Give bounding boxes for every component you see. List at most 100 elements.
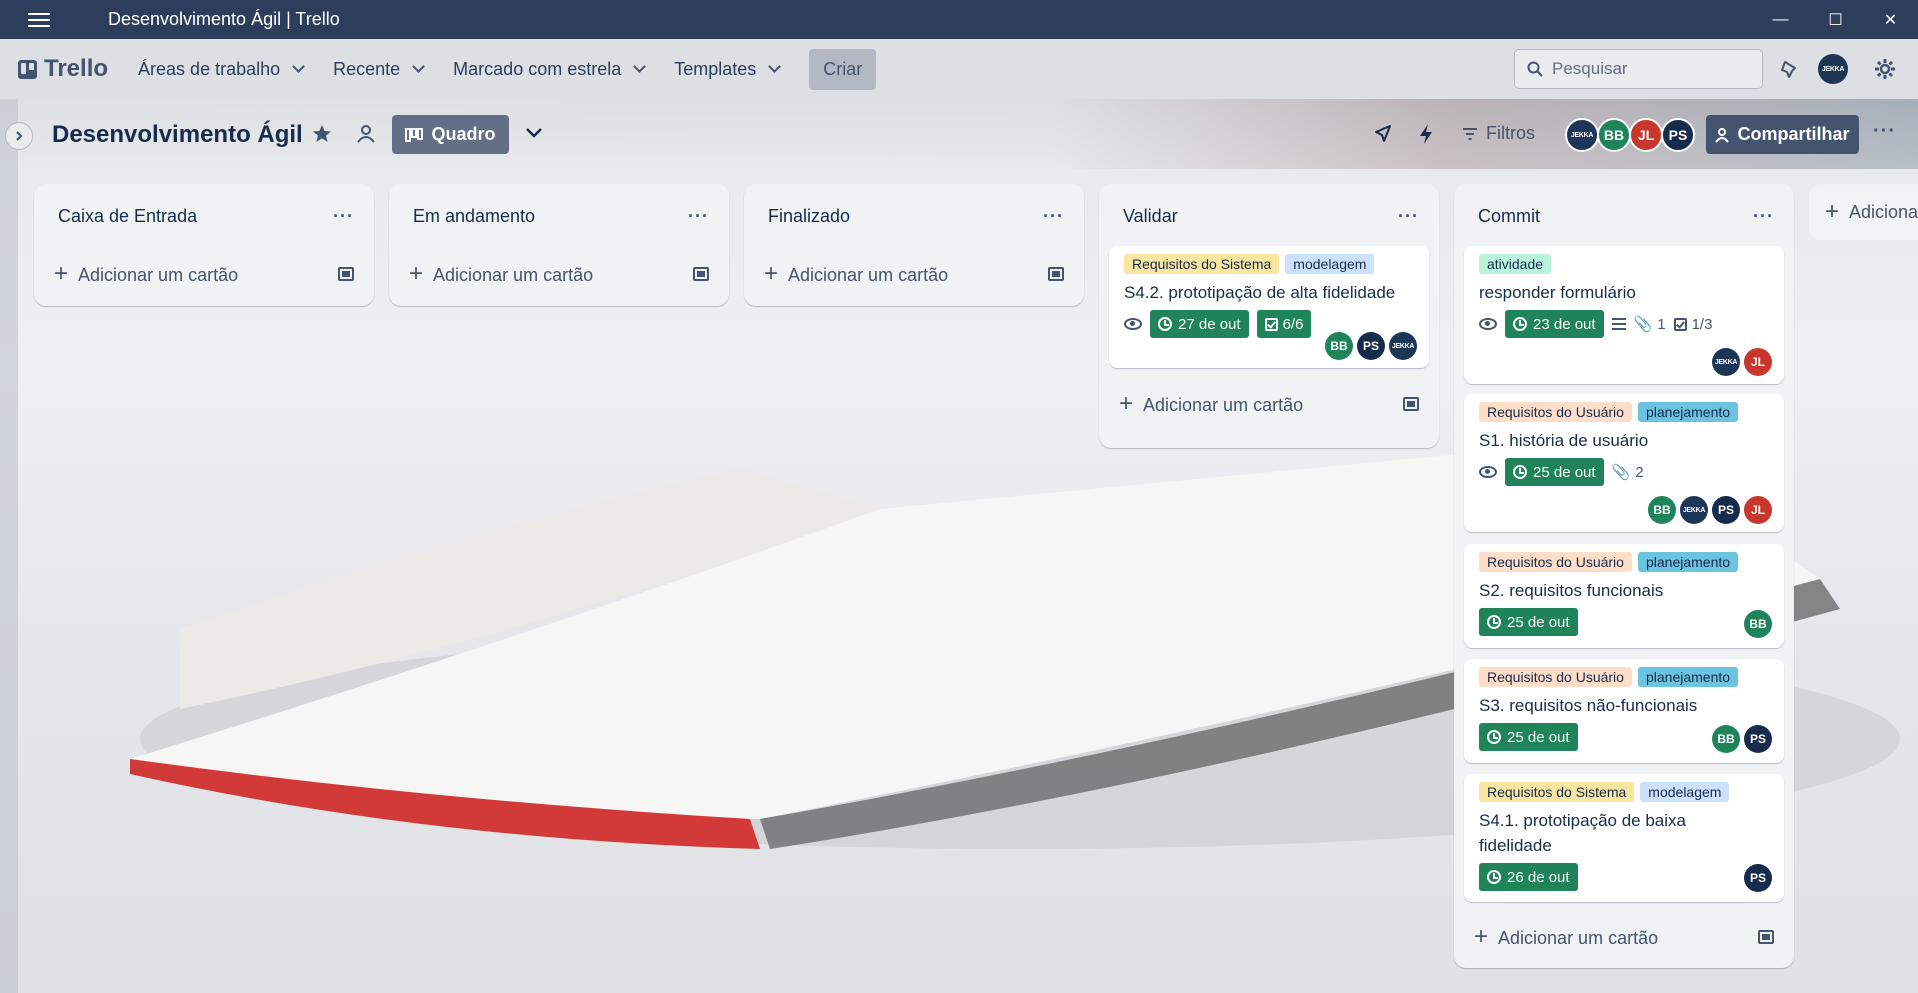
template-card-icon[interactable] bbox=[1758, 930, 1774, 944]
card-members: BB PS bbox=[1712, 725, 1772, 753]
card-label[interactable]: Requisitos do Sistema bbox=[1479, 782, 1635, 802]
paperclip-icon: 📎 bbox=[1633, 316, 1653, 333]
template-card-icon[interactable] bbox=[1048, 267, 1064, 281]
list-menu-icon[interactable]: ··· bbox=[333, 206, 354, 227]
list-validate: Validar ··· Requisitos do Sistema modelag… bbox=[1099, 184, 1439, 448]
card-label[interactable]: Requisitos do Usuário bbox=[1479, 667, 1632, 687]
due-date-badge[interactable]: 25 de out bbox=[1479, 608, 1578, 636]
member-avatar[interactable]: JL bbox=[1629, 118, 1663, 152]
due-date-badge[interactable]: 25 de out bbox=[1479, 723, 1578, 751]
member-avatar[interactable]: PS bbox=[1744, 725, 1772, 753]
card[interactable]: Requisitos do Sistema modelagem S4.2. pr… bbox=[1109, 246, 1429, 368]
chevron-down-icon[interactable] bbox=[525, 126, 543, 140]
card-label[interactable]: modelagem bbox=[1640, 782, 1730, 802]
share-button[interactable]: Compartilhar bbox=[1706, 115, 1859, 154]
search-input[interactable]: Pesquisar bbox=[1514, 49, 1763, 89]
member-avatar[interactable]: BB bbox=[1325, 332, 1353, 360]
due-date-badge[interactable]: 26 de out bbox=[1479, 863, 1578, 891]
card-label[interactable]: planejamento bbox=[1637, 667, 1739, 687]
board-title[interactable]: Desenvolvimento Ágil bbox=[52, 121, 303, 149]
card[interactable]: Requisitos do Usuário planejamento S3. r… bbox=[1464, 659, 1784, 763]
card-label[interactable]: planejamento bbox=[1637, 402, 1739, 422]
add-card-button[interactable]: + Adicionar um cartão bbox=[1454, 911, 1794, 963]
list-menu-icon[interactable]: ··· bbox=[688, 206, 709, 227]
card[interactable]: atividade responder formulário 23 de out… bbox=[1464, 246, 1784, 384]
filters-button[interactable]: Filtros bbox=[1462, 123, 1535, 144]
card-label[interactable]: modelagem bbox=[1285, 254, 1375, 274]
add-card-button[interactable]: + Adicionar um cartão bbox=[1099, 378, 1439, 430]
list-title[interactable]: Validar bbox=[1123, 206, 1178, 227]
template-card-icon[interactable] bbox=[693, 267, 709, 281]
template-card-icon[interactable] bbox=[1403, 397, 1419, 411]
create-button[interactable]: Criar bbox=[809, 48, 877, 90]
list-menu-icon[interactable]: ··· bbox=[1398, 206, 1419, 227]
member-avatar[interactable]: BB bbox=[1712, 725, 1740, 753]
trello-logo[interactable]: Trello bbox=[18, 55, 108, 83]
list-title[interactable]: Finalizado bbox=[768, 206, 850, 227]
card-label[interactable]: planejamento bbox=[1637, 552, 1739, 572]
card[interactable]: Requisitos do Usuário planejamento S1. h… bbox=[1464, 394, 1784, 532]
member-avatar[interactable]: JEKKA bbox=[1680, 496, 1708, 524]
board-menu-icon[interactable]: ··· bbox=[1873, 120, 1896, 143]
attachments-count: 2 bbox=[1635, 463, 1644, 481]
member-avatar[interactable]: JEKKA bbox=[1712, 348, 1740, 376]
workspace-visible-icon[interactable] bbox=[355, 124, 377, 144]
plus-icon: + bbox=[764, 260, 779, 287]
add-card-button[interactable]: + Adicionar um cartão bbox=[389, 248, 729, 300]
add-card-button[interactable]: + Adicionar um cartão bbox=[744, 248, 1084, 300]
nav-starred[interactable]: Marcado com estrela bbox=[453, 59, 647, 80]
card[interactable]: Requisitos do Usuário planejamento S2. r… bbox=[1464, 544, 1784, 648]
member-avatar[interactable]: BB bbox=[1648, 496, 1676, 524]
maximize-button[interactable]: ☐ bbox=[1808, 0, 1863, 39]
member-avatar[interactable]: JEKKA bbox=[1565, 118, 1599, 152]
list-title[interactable]: Em andamento bbox=[413, 206, 535, 227]
member-avatar[interactable]: JL bbox=[1744, 496, 1772, 524]
card-title: S3. requisitos não-funcionais bbox=[1479, 696, 1698, 715]
list-menu-icon[interactable]: ··· bbox=[1753, 206, 1774, 227]
nav-recent[interactable]: Recente bbox=[333, 59, 426, 80]
card-label[interactable]: Requisitos do Usuário bbox=[1479, 552, 1632, 572]
add-card-label: Adicionar um cartão bbox=[78, 265, 239, 285]
member-avatar[interactable]: PS bbox=[1661, 118, 1695, 152]
card-label[interactable]: Requisitos do Sistema bbox=[1124, 254, 1280, 274]
card[interactable]: Requisitos do Sistema modelagem S4.1. pr… bbox=[1464, 774, 1784, 902]
close-button[interactable]: ✕ bbox=[1863, 0, 1918, 39]
member-avatar[interactable]: PS bbox=[1744, 864, 1772, 892]
add-list-button[interactable]: + Adicionar bbox=[1809, 184, 1918, 240]
nav-workspaces[interactable]: Áreas de trabalho bbox=[138, 59, 305, 80]
checklist-badge: 6/6 bbox=[1256, 310, 1312, 338]
chevron-down-icon bbox=[412, 60, 426, 73]
member-avatar[interactable]: JEKKA bbox=[1389, 332, 1417, 360]
list-title[interactable]: Caixa de Entrada bbox=[58, 206, 197, 227]
card-label[interactable]: atividade bbox=[1479, 254, 1552, 274]
member-avatar[interactable]: BB bbox=[1597, 118, 1631, 152]
card-title: S4.2. prototipação de alta fidelidade bbox=[1124, 283, 1396, 302]
user-avatar[interactable]: JEKKA bbox=[1818, 54, 1848, 84]
list-header: Caixa de Entrada ··· bbox=[34, 184, 374, 248]
clock-icon bbox=[1487, 615, 1501, 629]
board-view-button[interactable]: Quadro bbox=[392, 115, 509, 154]
due-date-badge[interactable]: 27 de out bbox=[1150, 310, 1249, 338]
nav-templates[interactable]: Templates bbox=[674, 59, 782, 80]
notification-bell-icon[interactable] bbox=[1779, 58, 1801, 80]
member-avatar[interactable]: BB bbox=[1744, 610, 1772, 638]
minimize-button[interactable]: — bbox=[1753, 0, 1808, 39]
member-avatar[interactable]: PS bbox=[1712, 496, 1740, 524]
filter-icon bbox=[1463, 127, 1477, 140]
star-icon[interactable] bbox=[312, 124, 332, 144]
due-date-badge[interactable]: 25 de out bbox=[1505, 458, 1604, 486]
power-ups-icon[interactable] bbox=[1373, 124, 1393, 144]
list-title[interactable]: Commit bbox=[1478, 206, 1540, 227]
member-avatar[interactable]: PS bbox=[1357, 332, 1385, 360]
member-avatar[interactable]: JL bbox=[1744, 348, 1772, 376]
expand-sidebar-button[interactable] bbox=[5, 122, 33, 150]
due-date-badge[interactable]: 23 de out bbox=[1505, 310, 1604, 338]
list-menu-icon[interactable]: ··· bbox=[1043, 206, 1064, 227]
gear-icon[interactable] bbox=[1873, 57, 1897, 81]
checklist-count: 6/6 bbox=[1282, 315, 1304, 333]
hamburger-menu-icon[interactable] bbox=[0, 0, 78, 39]
add-card-button[interactable]: + Adicionar um cartão bbox=[34, 248, 374, 300]
card-label[interactable]: Requisitos do Usuário bbox=[1479, 402, 1632, 422]
template-card-icon[interactable] bbox=[338, 267, 354, 281]
automation-icon[interactable] bbox=[1418, 123, 1434, 145]
